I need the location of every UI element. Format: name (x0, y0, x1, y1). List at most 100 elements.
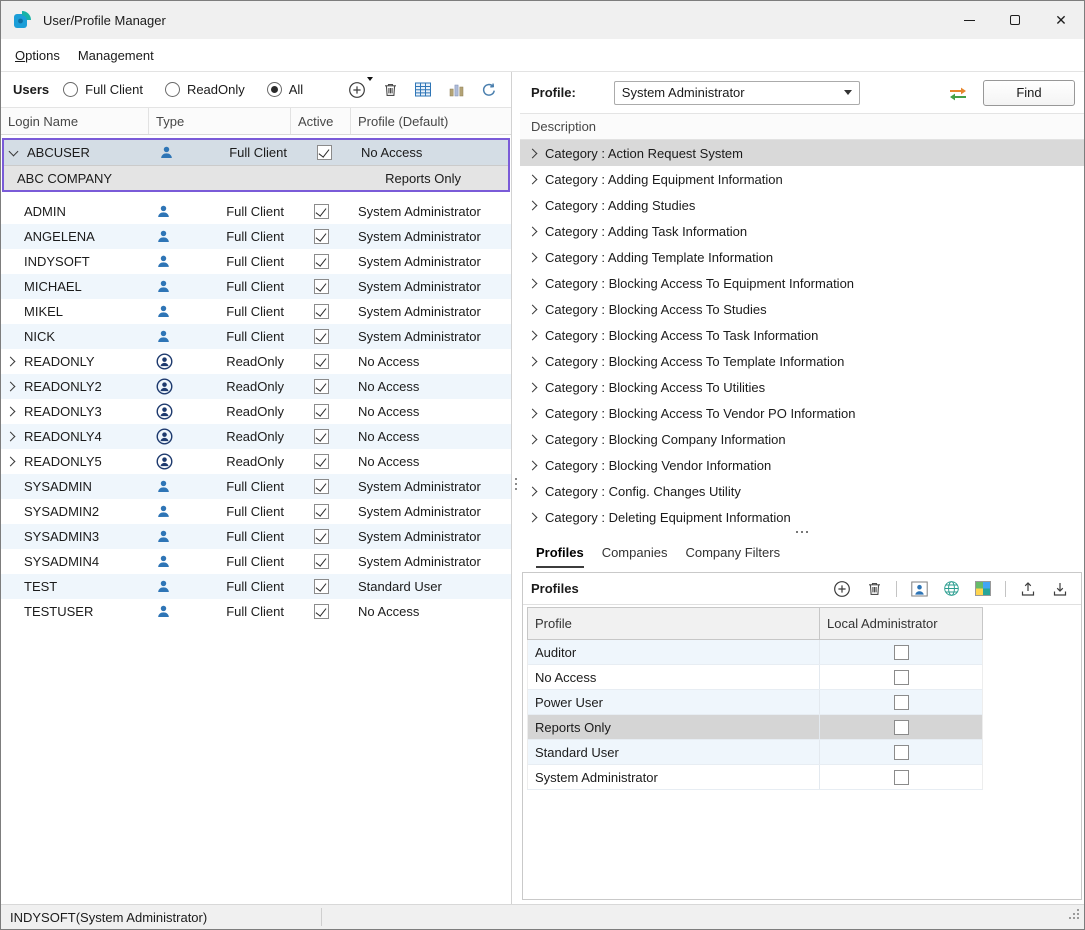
horizontal-splitter[interactable] (520, 525, 1084, 538)
user-row[interactable]: SYSADMINFull ClientSystem Administrator (1, 474, 511, 499)
profile-row[interactable]: System Administrator (527, 765, 983, 790)
user-row[interactable]: ADMINFull ClientSystem Administrator (1, 199, 511, 224)
active-checkbox[interactable] (314, 604, 329, 619)
chevron-right-icon[interactable] (6, 432, 16, 442)
local-admin-checkbox[interactable] (894, 720, 909, 735)
profile-row[interactable]: Power User (527, 690, 983, 715)
column-header-profile-default[interactable]: Profile (Default) (351, 108, 511, 134)
user-row[interactable]: INDYSOFTFull ClientSystem Administrator (1, 249, 511, 274)
user-columns-button[interactable] (446, 80, 466, 100)
chevron-right-icon[interactable] (528, 226, 538, 236)
chevron-right-icon[interactable] (528, 330, 538, 340)
user-row[interactable]: READONLY3ReadOnlyNo Access (1, 399, 511, 424)
chevron-right-icon[interactable] (528, 278, 538, 288)
delete-user-button[interactable] (380, 80, 400, 100)
chevron-right-icon[interactable] (6, 407, 16, 417)
menu-options[interactable]: Options (6, 43, 69, 68)
category-row[interactable]: Category : Blocking Access To Template I… (520, 348, 1084, 374)
resize-grip[interactable] (1069, 917, 1071, 919)
user-row[interactable]: SYSADMIN4Full ClientSystem Administrator (1, 549, 511, 574)
column-header-profile[interactable]: Profile (528, 608, 820, 639)
user-row[interactable]: ANGELENAFull ClientSystem Administrator (1, 224, 511, 249)
maximize-button[interactable] (992, 1, 1038, 39)
category-row[interactable]: Category : Adding Task Information (520, 218, 1084, 244)
category-row[interactable]: Category : Blocking Access To Studies (520, 296, 1084, 322)
user-company-row[interactable]: ABC COMPANYReports Only (4, 165, 508, 190)
active-checkbox[interactable] (314, 579, 329, 594)
chevron-right-icon[interactable] (528, 434, 538, 444)
user-row[interactable]: NICKFull ClientSystem Administrator (1, 324, 511, 349)
category-row[interactable]: Category : Adding Studies (520, 192, 1084, 218)
user-row[interactable]: MIKELFull ClientSystem Administrator (1, 299, 511, 324)
refresh-users-button[interactable] (479, 80, 499, 100)
chevron-right-icon[interactable] (6, 382, 16, 392)
active-checkbox[interactable] (314, 254, 329, 269)
profile-row[interactable]: No Access (527, 665, 983, 690)
delete-profile-button[interactable] (864, 579, 884, 599)
active-checkbox[interactable] (317, 145, 332, 160)
profile-dropdown[interactable]: System Administrator (614, 81, 860, 105)
category-row[interactable]: Category : Config. Changes Utility (520, 478, 1084, 504)
category-row[interactable]: Category : Action Request System (520, 140, 1084, 166)
profile-user-button[interactable] (909, 579, 929, 599)
user-row[interactable]: READONLY2ReadOnlyNo Access (1, 374, 511, 399)
active-checkbox[interactable] (314, 529, 329, 544)
chevron-right-icon[interactable] (528, 304, 538, 314)
filter-radio-readonly[interactable]: ReadOnly (165, 82, 245, 97)
profile-row[interactable]: Reports Only (527, 715, 983, 740)
active-checkbox[interactable] (314, 404, 329, 419)
chevron-right-icon[interactable] (528, 460, 538, 470)
column-header-local-administrator[interactable]: Local Administrator (820, 608, 982, 639)
active-checkbox[interactable] (314, 279, 329, 294)
chevron-down-icon[interactable] (9, 146, 19, 156)
user-row[interactable]: SYSADMIN2Full ClientSystem Administrator (1, 499, 511, 524)
user-row[interactable]: TESTUSERFull ClientNo Access (1, 599, 511, 624)
active-checkbox[interactable] (314, 354, 329, 369)
user-table-button[interactable] (413, 80, 433, 100)
category-row[interactable]: Category : Blocking Access To Vendor PO … (520, 400, 1084, 426)
active-checkbox[interactable] (314, 504, 329, 519)
tab-profiles[interactable]: Profiles (536, 545, 584, 568)
profile-row[interactable]: Standard User (527, 740, 983, 765)
category-row[interactable]: Category : Blocking Access To Task Infor… (520, 322, 1084, 348)
menu-management[interactable]: Management (69, 43, 163, 68)
active-checkbox[interactable] (314, 204, 329, 219)
category-row[interactable]: Category : Adding Equipment Information (520, 166, 1084, 192)
local-admin-checkbox[interactable] (894, 745, 909, 760)
active-checkbox[interactable] (314, 554, 329, 569)
export-profiles-button[interactable] (1018, 579, 1038, 599)
chevron-right-icon[interactable] (6, 457, 16, 467)
sync-profile-button[interactable] (947, 84, 969, 102)
category-row[interactable]: Category : Blocking Company Information (520, 426, 1084, 452)
column-header-type[interactable]: Type (149, 108, 291, 134)
active-checkbox[interactable] (314, 229, 329, 244)
panel-splitter[interactable] (512, 72, 520, 904)
category-row[interactable]: Category : Deleting Equipment Informatio… (520, 504, 1084, 525)
column-header-active[interactable]: Active (291, 108, 351, 134)
chevron-right-icon[interactable] (528, 148, 538, 158)
tab-company-filters[interactable]: Company Filters (685, 545, 780, 568)
column-header-login-name[interactable]: Login Name (1, 108, 149, 134)
chevron-right-icon[interactable] (528, 382, 538, 392)
user-row[interactable]: READONLYReadOnlyNo Access (1, 349, 511, 374)
profile-row[interactable]: Auditor (527, 640, 983, 665)
chevron-right-icon[interactable] (528, 174, 538, 184)
close-button[interactable]: ✕ (1038, 1, 1084, 39)
add-user-button[interactable] (347, 80, 367, 100)
active-checkbox[interactable] (314, 304, 329, 319)
category-row[interactable]: Category : Adding Template Information (520, 244, 1084, 270)
chevron-right-icon[interactable] (528, 512, 538, 522)
import-profiles-button[interactable] (1050, 579, 1070, 599)
user-row[interactable]: TESTFull ClientStandard User (1, 574, 511, 599)
active-checkbox[interactable] (314, 429, 329, 444)
chevron-right-icon[interactable] (528, 356, 538, 366)
profile-grid-button[interactable] (973, 579, 993, 599)
category-row[interactable]: Category : Blocking Access To Equipment … (520, 270, 1084, 296)
active-checkbox[interactable] (314, 379, 329, 394)
find-button[interactable]: Find (983, 80, 1075, 106)
user-row[interactable]: SYSADMIN3Full ClientSystem Administrator (1, 524, 511, 549)
chevron-right-icon[interactable] (528, 486, 538, 496)
chevron-right-icon[interactable] (528, 408, 538, 418)
user-row[interactable]: MICHAELFull ClientSystem Administrator (1, 274, 511, 299)
filter-radio-all[interactable]: All (267, 82, 303, 97)
